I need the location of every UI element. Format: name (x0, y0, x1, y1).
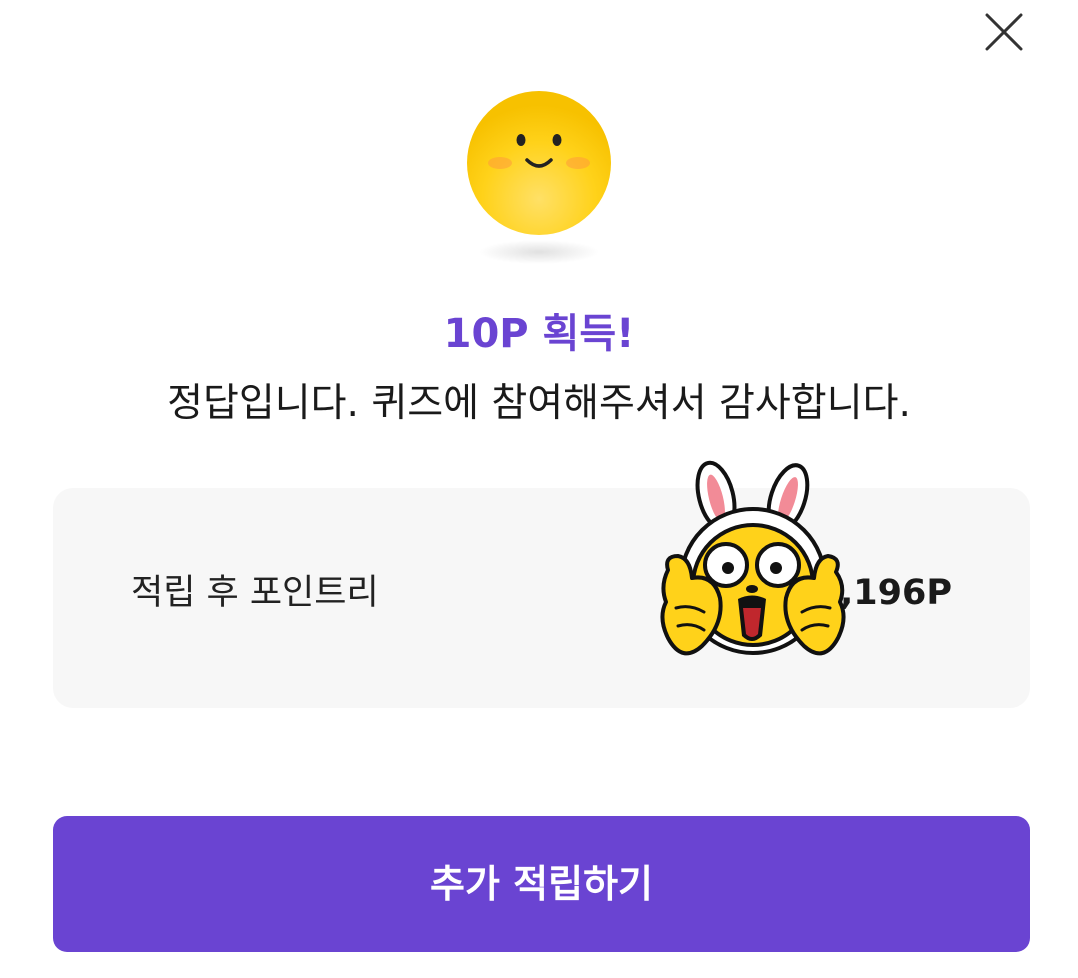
points-label: 적립 후 포인트리 (131, 573, 379, 613)
result-message: 정답입니다. 퀴즈에 참여해주셔서 감사합니다. (167, 381, 911, 426)
bunny-character-sticker (658, 458, 848, 678)
smiley-face-icon (439, 70, 639, 270)
reward-headline: 10P 획득! (443, 311, 635, 357)
close-icon (985, 13, 1023, 51)
earn-more-button[interactable]: 추가 적립하기 (53, 816, 1030, 952)
points-card: 적립 후 포인트리 0,196P (53, 488, 1030, 708)
reward-dialog: 10P 획득! 정답입니다. 퀴즈에 참여해주셔서 감사합니다. 적립 후 포인… (0, 0, 1078, 978)
close-button[interactable] (978, 6, 1030, 58)
